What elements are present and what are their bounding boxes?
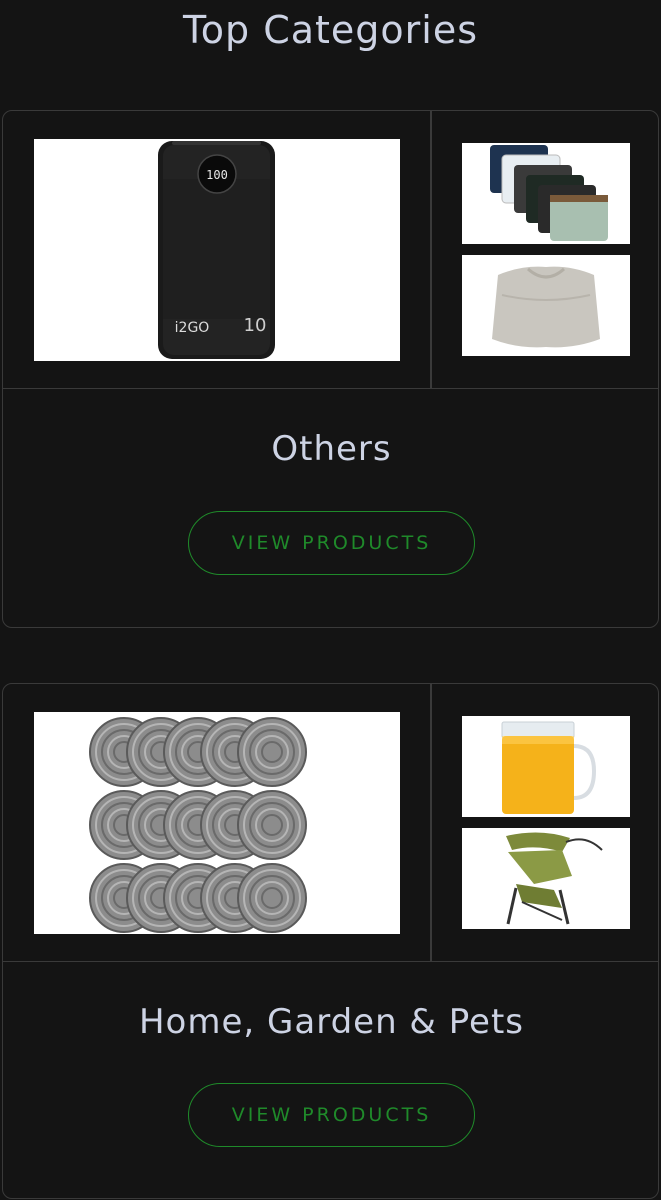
power-bank-capacity: 10 [244, 315, 267, 336]
juice-pitcher-image[interactable] [462, 716, 630, 817]
steel-scrubbers-image[interactable] [34, 712, 400, 934]
image-divider [430, 111, 432, 389]
camping-chair-image[interactable] [462, 828, 630, 929]
power-bank-brand: i2GO [175, 320, 210, 336]
folded-tshirt-image[interactable] [462, 255, 630, 356]
underwear-stack-image[interactable] [462, 143, 630, 244]
page-title: Top Categories [182, 8, 479, 52]
power-bank-display: 100 [206, 168, 228, 182]
category-name: Home, Garden & Pets [138, 1002, 524, 1042]
category-card-others[interactable]: 100 i2GO 10 Others VIEW PRODUCTS [2, 110, 659, 628]
view-products-button[interactable]: VIEW PRODUCTS [188, 511, 475, 575]
category-card-home-garden-pets[interactable]: Home, Garden & Pets VIEW PRODUCTS [2, 683, 659, 1199]
category-image-grid[interactable]: 100 i2GO 10 [3, 111, 658, 389]
category-image-grid[interactable] [3, 684, 658, 962]
category-name: Others [271, 429, 392, 469]
view-products-button[interactable]: VIEW PRODUCTS [188, 1083, 475, 1147]
image-divider [430, 684, 432, 962]
power-bank-image[interactable]: 100 i2GO 10 [34, 139, 400, 361]
